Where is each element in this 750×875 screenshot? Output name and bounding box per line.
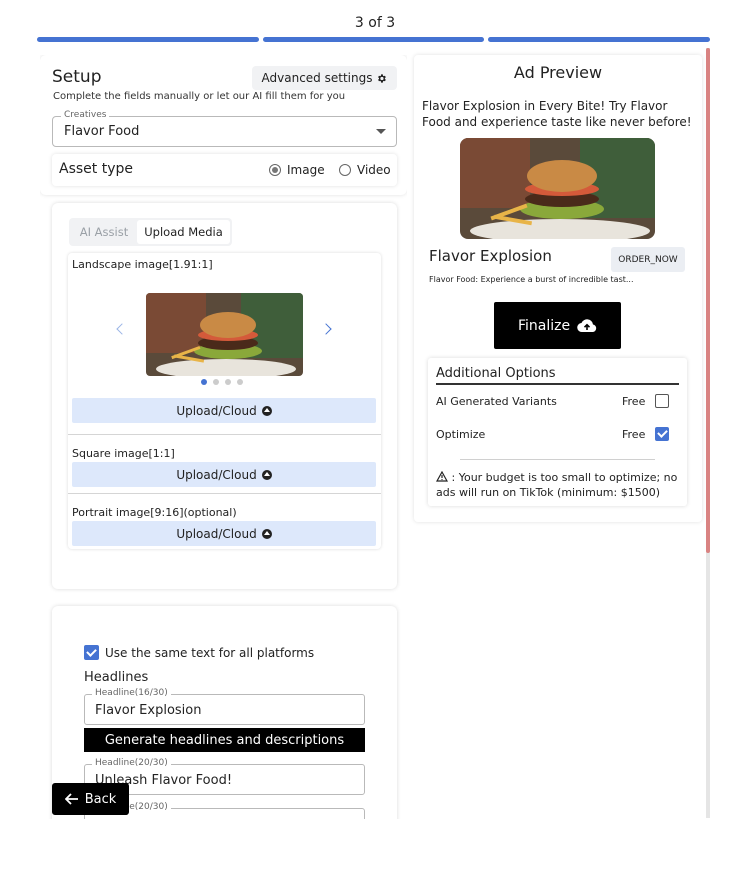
cloud-upload-icon: [577, 318, 597, 332]
landscape-title: Landscape image[1.91:1]: [72, 258, 213, 271]
upload-label: Upload/Cloud: [176, 526, 257, 541]
carousel-dot[interactable]: [237, 379, 243, 385]
upload-portrait-button[interactable]: Upload/Cloud: [72, 521, 376, 546]
chevron-right-icon[interactable]: [320, 323, 332, 335]
asset-type-label: Asset type: [59, 161, 133, 177]
left-panel[interactable]: Setup Advanced settings Complete the fie…: [40, 55, 407, 819]
divider: [68, 493, 381, 494]
upload-label: Upload/Cloud: [176, 403, 257, 418]
tab-upload-media[interactable]: Upload Media: [137, 220, 230, 244]
progress-segment-2: [262, 37, 485, 42]
preview-description: Flavor Food: Experience a burst of incre…: [429, 275, 634, 284]
carousel-dot[interactable]: [201, 379, 207, 385]
carousel-dot[interactable]: [213, 379, 219, 385]
progress-segment-3: [488, 37, 711, 42]
warning-text: : Your budget is too small to optimize; …: [436, 471, 678, 499]
radio-selected-icon: [269, 164, 281, 176]
setup-subtitle: Complete the fields manually or let our …: [53, 91, 346, 102]
radio-image-label: Image: [287, 163, 325, 177]
upload-square-button[interactable]: Upload/Cloud: [72, 462, 376, 487]
upload-landscape-button[interactable]: Upload/Cloud: [72, 398, 376, 423]
generate-button[interactable]: Generate headlines and descriptions: [84, 728, 365, 752]
preview-title: Ad Preview: [513, 63, 603, 82]
radio-unselected-icon: [339, 164, 351, 176]
divider: [436, 383, 679, 385]
option-ai-variants: AI Generated Variants Free: [436, 394, 671, 408]
headline-legend: Headline(20/30): [92, 758, 171, 768]
back-label: Back: [84, 791, 117, 807]
finalize-label: Finalize: [517, 317, 571, 334]
scrollbar-thumb[interactable]: [706, 48, 710, 553]
additional-options-card: Additional Options AI Generated Variants…: [428, 358, 687, 506]
progress-segment-1: [37, 37, 259, 42]
setup-card: Setup Advanced settings Complete the fie…: [40, 55, 407, 195]
preview-headline: Flavor Explosion: [429, 247, 552, 265]
option-label: AI Generated Variants: [436, 395, 557, 408]
upload-sections: Landscape image[1.91:1] Upload/Cloud Squ…: [68, 253, 381, 549]
same-text-checkbox[interactable]: Use the same text for all platforms: [84, 645, 314, 660]
setup-title: Setup: [52, 67, 102, 87]
cloud-upload-icon: [261, 528, 272, 539]
creatives-value: Flavor Food: [64, 124, 140, 139]
square-title: Square image[1:1]: [72, 447, 175, 460]
checkbox-checked-icon: [84, 645, 99, 660]
optimize-checkbox[interactable]: [655, 427, 669, 441]
cloud-upload-icon: [261, 405, 272, 416]
tab-ai-assist[interactable]: AI Assist: [71, 220, 137, 244]
finalize-button[interactable]: Finalize: [494, 302, 621, 349]
preview-primary-text: Flavor Explosion in Every Bite! Try Flav…: [422, 99, 692, 129]
ai-variants-checkbox[interactable]: [655, 394, 669, 408]
same-text-label: Use the same text for all platforms: [105, 645, 315, 660]
radio-video-label: Video: [357, 163, 391, 177]
cloud-upload-icon: [261, 469, 272, 480]
media-tabs: AI Assist Upload Media: [69, 218, 232, 246]
options-title: Additional Options: [436, 366, 556, 381]
creatives-select[interactable]: Creatives Flavor Food: [52, 110, 397, 147]
gear-icon: [378, 73, 387, 83]
preview-image: [460, 138, 655, 239]
carousel-dot[interactable]: [225, 379, 231, 385]
chevron-left-icon[interactable]: [116, 323, 128, 335]
asset-type-row: Asset type Image Video: [52, 154, 397, 186]
creatives-legend: Creatives: [61, 110, 110, 120]
chevron-down-icon: [376, 129, 386, 134]
ad-preview-panel: Ad Preview Flavor Explosion in Every Bit…: [414, 55, 702, 522]
burger-photo: [146, 293, 303, 376]
headline-field-1[interactable]: Headline(16/30) Flavor Explosion: [84, 688, 365, 725]
step-indicator: 3 of 3: [354, 15, 396, 31]
option-price: Free: [622, 395, 646, 408]
radio-image[interactable]: Image: [269, 163, 325, 177]
upload-label: Upload/Cloud: [176, 467, 257, 482]
progress-bar: [37, 37, 711, 42]
advanced-settings-label: Advanced settings: [261, 71, 373, 85]
headlines-title: Headlines: [84, 670, 149, 685]
headline-legend: Headline(16/30): [92, 688, 171, 698]
carousel-dots: [201, 379, 243, 385]
arrow-left-icon: [64, 793, 78, 805]
radio-video[interactable]: Video: [339, 163, 391, 177]
option-label: Optimize: [436, 428, 486, 441]
budget-warning: : Your budget is too small to optimize; …: [435, 470, 681, 500]
warning-icon: [435, 470, 449, 482]
media-card: AI Assist Upload Media Landscape image[1…: [52, 203, 397, 589]
back-button[interactable]: Back: [52, 783, 129, 815]
divider: [460, 459, 655, 460]
portrait-title: Portrait image[9:16](optional): [72, 506, 237, 519]
advanced-settings-button[interactable]: Advanced settings: [252, 66, 397, 90]
option-price: Free: [622, 428, 646, 441]
divider: [68, 434, 381, 435]
option-optimize: Optimize Free: [436, 427, 671, 441]
burger-photo: [460, 138, 655, 239]
order-now-button[interactable]: ORDER_NOW: [611, 247, 685, 272]
landscape-image: [146, 293, 303, 376]
headline-value: Flavor Explosion: [95, 703, 202, 718]
